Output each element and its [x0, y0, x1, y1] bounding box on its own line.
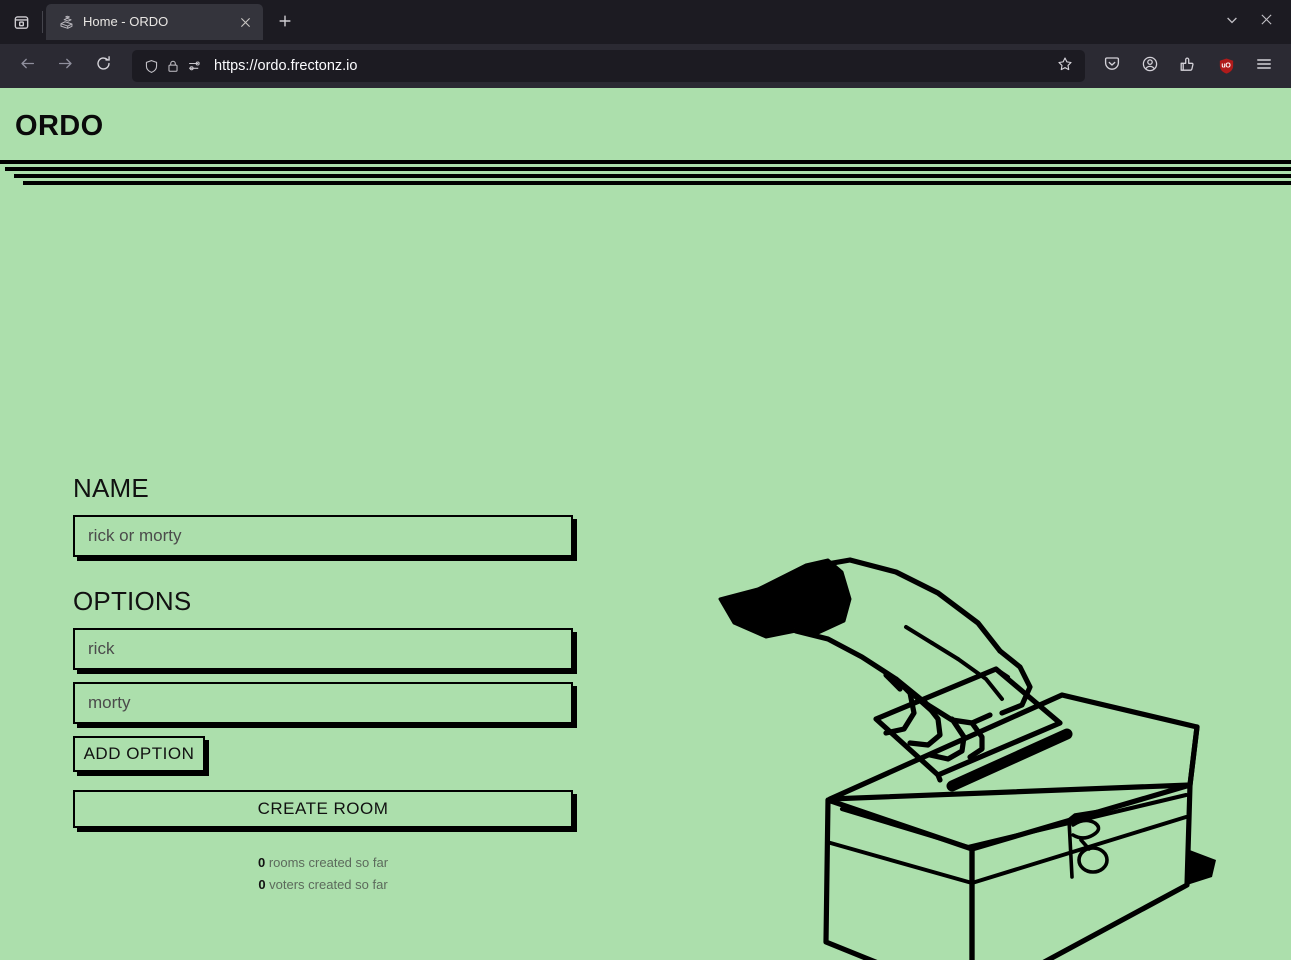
tab-close-button[interactable]: [235, 12, 255, 32]
plus-icon: [278, 14, 292, 33]
main-content: NAME OPTIONS ADD OPTION CREATE ROOM 0 ro…: [0, 172, 1291, 960]
permissions-icon[interactable]: [185, 56, 205, 76]
url-text: https://ordo.frectonz.io: [214, 58, 358, 74]
ublock-badge-label: uO: [1221, 62, 1231, 70]
name-label: NAME: [73, 473, 149, 503]
pocket-icon: [1103, 55, 1121, 78]
shield-icon[interactable]: [141, 56, 161, 76]
back-button[interactable]: [10, 49, 44, 83]
hand-casting-ballot-into-ballot-box-illustration: [700, 527, 1230, 960]
stats-block: 0 rooms created so far 0 voters created …: [73, 852, 573, 896]
forward-arrow-icon: [57, 55, 74, 77]
voters-created-count: 0: [258, 877, 266, 892]
voters-created-stat: 0 voters created so far: [73, 874, 573, 896]
create-room-form: NAME OPTIONS ADD OPTION CREATE ROOM 0 ro…: [73, 475, 573, 896]
browser-chrome: Home - ORDO https://ordo.frectonz.io uO: [0, 0, 1291, 88]
new-tab-button[interactable]: [269, 7, 301, 39]
browser-tab[interactable]: Home - ORDO: [46, 4, 263, 40]
star-icon: [1057, 56, 1073, 77]
ballot-box-favicon: [58, 14, 74, 30]
rooms-created-label: rooms created so far: [265, 855, 389, 870]
create-room-button[interactable]: CREATE ROOM: [73, 790, 573, 828]
close-icon: [1260, 13, 1273, 31]
back-arrow-icon: [19, 55, 36, 77]
option-input-1[interactable]: [73, 628, 573, 670]
tab-strip-divider: [42, 11, 43, 33]
tab-strip-controls: [1215, 0, 1291, 44]
site-header: ORDO: [0, 88, 1291, 185]
app-menu-button[interactable]: [1247, 49, 1281, 83]
tab-strip: Home - ORDO: [0, 0, 1291, 44]
pocket-button[interactable]: [1095, 49, 1129, 83]
navigation-toolbar: https://ordo.frectonz.io uO: [0, 44, 1291, 88]
reload-button[interactable]: [86, 49, 120, 83]
options-label: OPTIONS: [73, 586, 192, 616]
bookmark-button[interactable]: [1051, 52, 1079, 80]
firefox-view-icon: [13, 14, 30, 31]
reload-icon: [95, 55, 112, 77]
ublock-origin-button[interactable]: uO: [1209, 49, 1243, 83]
option-input-2[interactable]: [73, 682, 573, 724]
add-option-button[interactable]: ADD OPTION: [73, 736, 205, 772]
hamburger-menu-icon: [1255, 55, 1273, 78]
window-close-button[interactable]: [1249, 5, 1283, 39]
voters-created-label: voters created so far: [265, 877, 388, 892]
tab-title: Home - ORDO: [83, 14, 169, 29]
extensions-icon: [1179, 55, 1197, 78]
url-bar[interactable]: https://ordo.frectonz.io: [132, 50, 1085, 82]
toolbar-buttons: uO: [1093, 49, 1283, 83]
ublock-origin-icon: uO: [1217, 57, 1236, 76]
list-all-tabs-button[interactable]: [1215, 5, 1249, 39]
name-input[interactable]: [73, 515, 573, 557]
forward-button[interactable]: [48, 49, 82, 83]
lock-icon[interactable]: [163, 56, 183, 76]
site-brand: ORDO: [15, 110, 104, 142]
chevron-down-icon: [1225, 13, 1239, 32]
firefox-view-button[interactable]: [0, 0, 42, 44]
rooms-created-stat: 0 rooms created so far: [73, 852, 573, 874]
page-content: ORDO NAME OPTIONS ADD OPTION CREATE ROOM…: [0, 88, 1291, 960]
account-icon: [1141, 55, 1159, 78]
extensions-button[interactable]: [1171, 49, 1205, 83]
account-button[interactable]: [1133, 49, 1167, 83]
